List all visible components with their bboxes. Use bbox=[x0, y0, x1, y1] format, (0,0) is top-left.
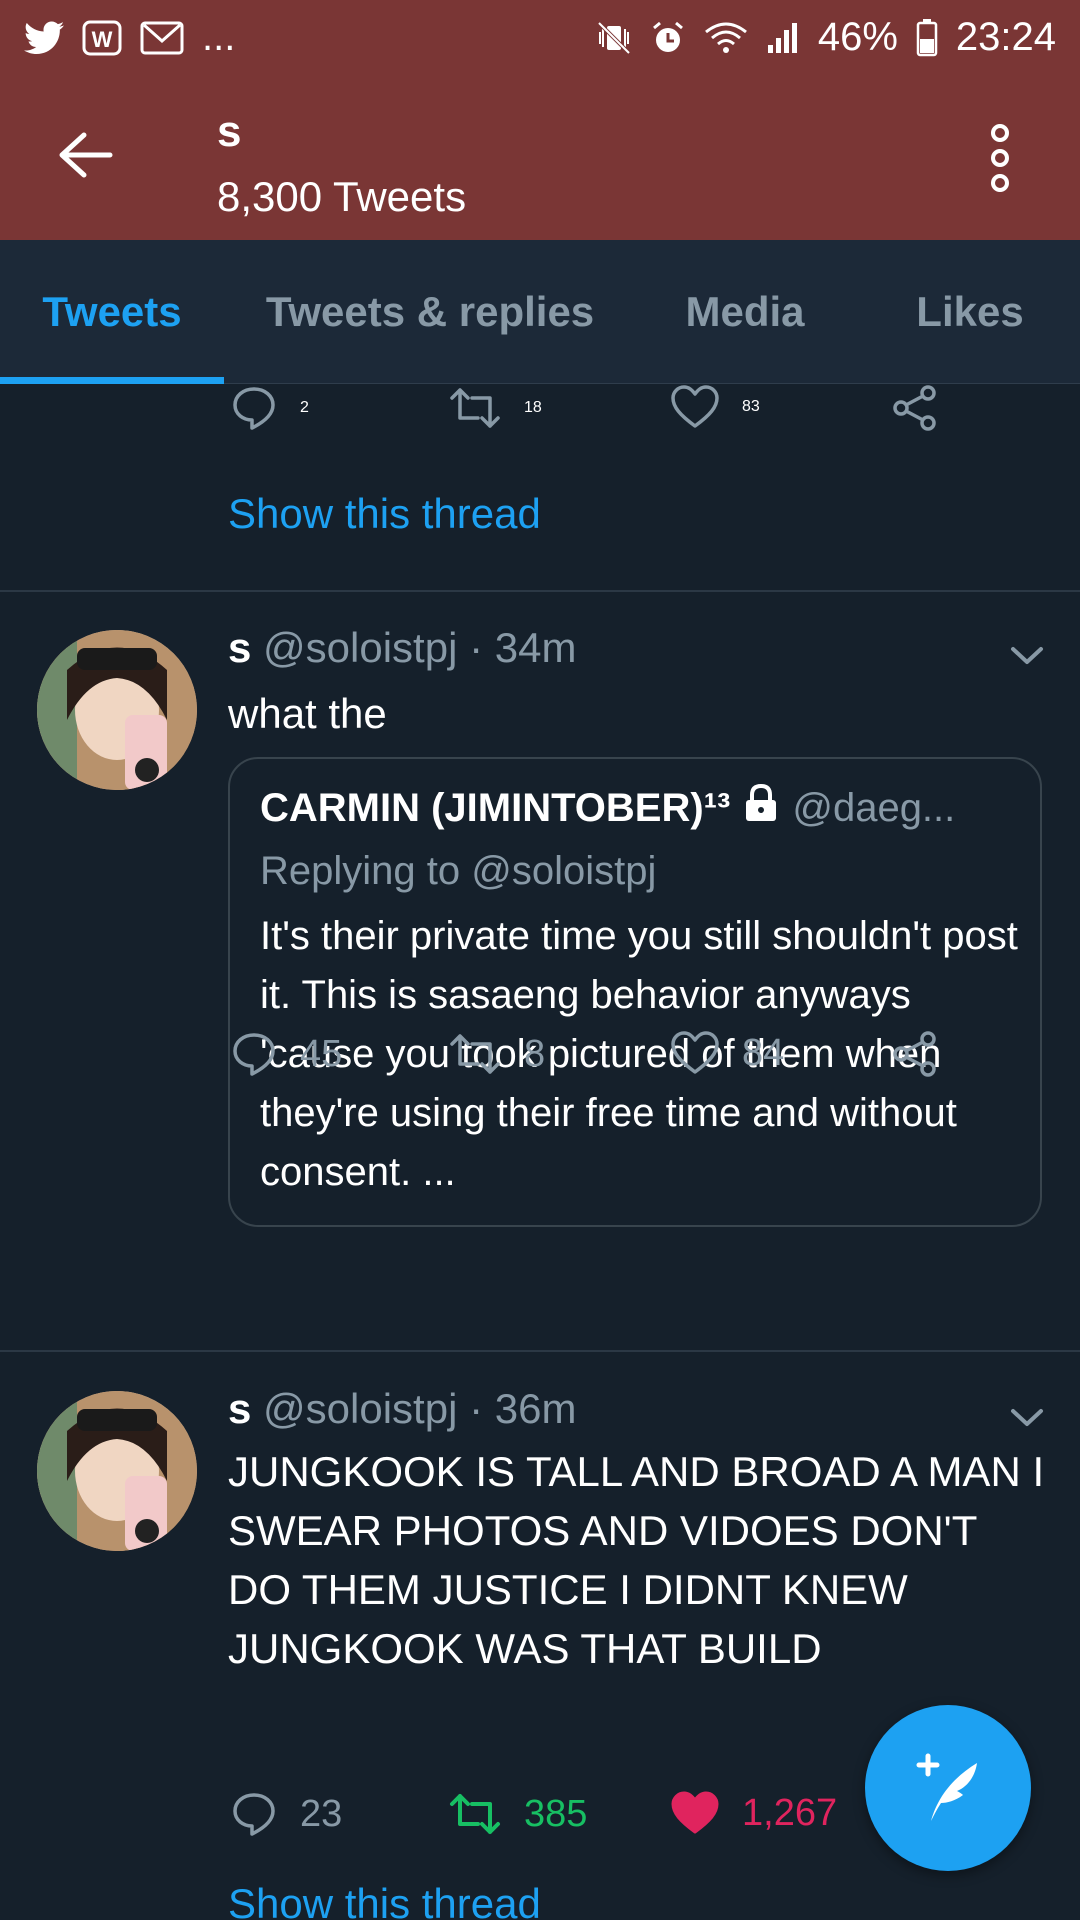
alarm-icon bbox=[650, 20, 686, 56]
author-name[interactable]: s bbox=[228, 624, 251, 671]
author-name[interactable]: s bbox=[228, 1385, 251, 1432]
tab-media[interactable]: Media bbox=[660, 240, 830, 384]
heart-icon bbox=[671, 385, 719, 428]
reply-count: 2 bbox=[300, 399, 309, 416]
gmail-icon bbox=[140, 21, 184, 55]
reply-icon bbox=[233, 387, 275, 430]
more-notifications-indicator: ... bbox=[202, 15, 236, 59]
reply-count: 45 bbox=[300, 1032, 343, 1075]
battery-percent: 46% bbox=[817, 15, 898, 59]
retweet-button[interactable]: 18 bbox=[448, 384, 542, 432]
compose-tweet-button[interactable] bbox=[865, 1705, 1031, 1871]
tab-likes[interactable]: Likes bbox=[880, 240, 1060, 384]
tab-tweets[interactable]: Tweets bbox=[0, 240, 224, 384]
like-count: 1,267 bbox=[742, 1791, 838, 1834]
back-button[interactable] bbox=[54, 130, 114, 180]
back-arrow-icon bbox=[59, 132, 113, 178]
reply-button[interactable]: 2 bbox=[230, 384, 309, 432]
share-icon bbox=[893, 1031, 936, 1077]
tweet-count: 8,300 Tweets bbox=[217, 173, 467, 220]
retweet-icon bbox=[450, 1794, 500, 1834]
status-bar-right: 46% 23:24 bbox=[596, 15, 1056, 60]
like-count: 83 bbox=[742, 398, 760, 415]
retweet-icon bbox=[450, 1034, 500, 1074]
author-handle[interactable]: @soloistpj bbox=[263, 624, 457, 671]
profile-header: s 8,300 Tweets bbox=[0, 75, 1080, 240]
replying-to: Replying to @soloistpj bbox=[260, 849, 657, 893]
heart-icon bbox=[671, 1031, 719, 1074]
webtoon-icon: W bbox=[82, 20, 122, 56]
separator-dot: · bbox=[469, 1385, 484, 1432]
show-thread-link[interactable]: Show this thread bbox=[228, 490, 541, 538]
retweet-button[interactable]: 8 bbox=[448, 1030, 545, 1078]
tweet-divider bbox=[0, 1350, 1080, 1352]
status-bar: W ... 46% 23:24 bbox=[0, 0, 1080, 75]
chevron-down-icon[interactable] bbox=[1010, 1408, 1044, 1428]
reply-icon bbox=[233, 1033, 275, 1076]
tweet-header: s @soloistpj · 34m bbox=[228, 624, 576, 672]
tweet-header: s @soloistpj · 36m bbox=[228, 1385, 576, 1433]
avatar-image bbox=[37, 1391, 197, 1551]
show-thread-link[interactable]: Show this thread bbox=[228, 1880, 541, 1920]
like-count: 84 bbox=[742, 1031, 785, 1074]
vibrate-icon bbox=[596, 20, 632, 56]
tab-tweets-replies[interactable]: Tweets & replies bbox=[250, 240, 610, 384]
tweet-time[interactable]: 34m bbox=[495, 624, 577, 671]
lock-icon bbox=[742, 783, 780, 833]
retweet-button[interactable]: 385 bbox=[448, 1790, 587, 1838]
profile-tabs: Tweets Tweets & replies Media Likes bbox=[0, 240, 1080, 384]
avatar[interactable] bbox=[37, 1391, 197, 1551]
share-button[interactable] bbox=[890, 1030, 940, 1078]
like-button[interactable]: 83 bbox=[670, 384, 760, 430]
like-button[interactable]: 84 bbox=[670, 1030, 784, 1076]
timeline[interactable]: 2 18 83 Show this thread s @soloistpj · … bbox=[0, 384, 1080, 1920]
status-bar-left: W ... bbox=[24, 15, 235, 60]
reply-icon bbox=[233, 1793, 275, 1836]
quoted-author-handle: @daeg... bbox=[792, 785, 956, 830]
reply-count: 23 bbox=[300, 1792, 343, 1835]
tweet-time[interactable]: 36m bbox=[495, 1385, 577, 1432]
quoted-author-name: CARMIN (JIMINTOBER)¹³ bbox=[260, 785, 731, 830]
tweet-text: what the bbox=[228, 690, 387, 737]
retweet-icon bbox=[450, 388, 500, 428]
reply-button[interactable]: 45 bbox=[230, 1030, 342, 1078]
quoted-tweet[interactable]: CARMIN (JIMINTOBER)¹³ @daeg... Replying … bbox=[228, 757, 1042, 1227]
author-handle[interactable]: @soloistpj bbox=[263, 1385, 457, 1432]
reply-button[interactable]: 23 bbox=[230, 1790, 342, 1838]
avatar-image bbox=[37, 630, 197, 790]
share-icon bbox=[893, 385, 936, 431]
active-tab-indicator bbox=[0, 377, 224, 384]
heart-filled-icon bbox=[671, 1791, 719, 1834]
like-button[interactable]: 1,267 bbox=[670, 1790, 837, 1836]
clock: 23:24 bbox=[955, 15, 1056, 59]
tweet-divider bbox=[0, 590, 1080, 592]
svg-text:W: W bbox=[92, 27, 113, 52]
more-vertical-icon bbox=[991, 124, 1009, 192]
retweet-count: 18 bbox=[524, 399, 542, 416]
retweet-count: 8 bbox=[524, 1032, 546, 1075]
separator-dot: · bbox=[469, 624, 484, 671]
retweet-count: 385 bbox=[524, 1792, 588, 1835]
page-title: s bbox=[217, 107, 242, 156]
signal-icon bbox=[766, 21, 800, 55]
twitter-icon bbox=[24, 21, 64, 55]
battery-icon bbox=[916, 18, 938, 57]
wifi-icon bbox=[704, 20, 748, 56]
tweet-text: JUNGKOOK IS TALL AND BROAD A MAN I SWEAR… bbox=[228, 1448, 1045, 1672]
avatar[interactable] bbox=[37, 630, 197, 790]
quoted-tweet-header: CARMIN (JIMINTOBER)¹³ @daeg... bbox=[260, 783, 955, 833]
more-options-button[interactable] bbox=[985, 123, 1015, 193]
share-button[interactable] bbox=[890, 384, 940, 432]
chevron-down-icon[interactable] bbox=[1010, 646, 1044, 666]
compose-feather-icon bbox=[916, 1753, 977, 1821]
